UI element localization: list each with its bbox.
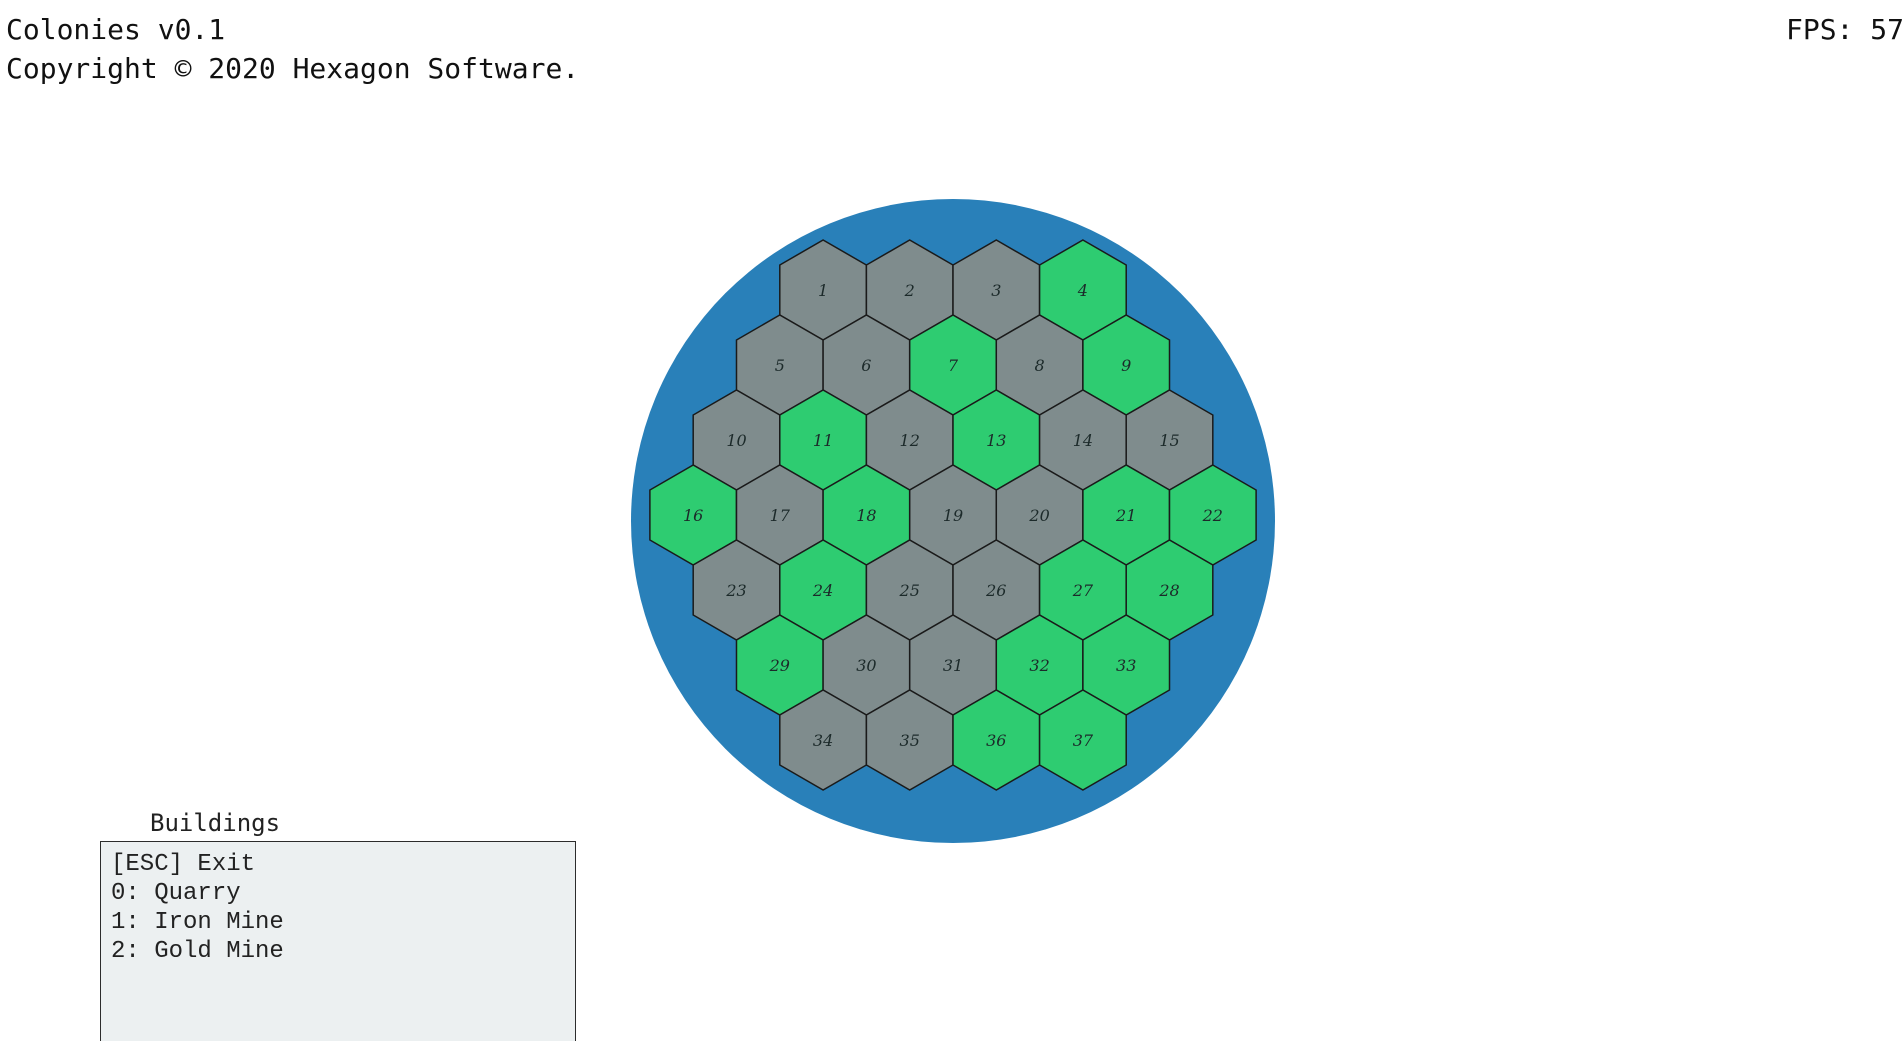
hex-number-label: 20 <box>1028 506 1049 525</box>
buildings-menu-title: Buildings <box>150 809 281 837</box>
menu-item-gold-mine[interactable]: 2: Gold Mine <box>111 937 565 966</box>
hex-number-label: 21 <box>1115 506 1136 525</box>
hex-number-label: 1 <box>818 281 828 300</box>
hex-number-label: 14 <box>1073 431 1093 450</box>
hex-number-label: 11 <box>813 431 833 450</box>
hex-number-label: 10 <box>726 431 746 450</box>
hex-number-label: 12 <box>900 431 920 450</box>
hex-number-label: 3 <box>991 281 1001 300</box>
hex-number-label: 31 <box>943 656 963 675</box>
hex-number-label: 37 <box>1073 731 1094 750</box>
hex-number-label: 27 <box>1072 581 1094 600</box>
hex-number-label: 9 <box>1121 356 1131 375</box>
hex-number-label: 22 <box>1202 506 1223 525</box>
hex-number-label: 13 <box>986 431 1006 450</box>
hex-number-label: 6 <box>861 356 871 375</box>
hex-number-label: 5 <box>775 356 785 375</box>
hex-number-label: 7 <box>948 356 959 375</box>
hex-number-label: 35 <box>900 731 920 750</box>
hex-number-label: 30 <box>856 656 876 675</box>
hex-number-label: 26 <box>985 581 1006 600</box>
menu-item-quarry[interactable]: 0: Quarry <box>111 879 565 908</box>
hex-number-label: 15 <box>1159 431 1179 450</box>
hex-number-label: 29 <box>769 656 790 675</box>
hex-number-label: 8 <box>1035 356 1045 375</box>
hex-number-label: 18 <box>856 506 876 525</box>
menu-item-iron-mine[interactable]: 1: Iron Mine <box>111 908 565 937</box>
menu-item-exit[interactable]: [ESC] Exit <box>111 850 565 879</box>
hex-number-label: 33 <box>1116 656 1136 675</box>
hex-number-label: 19 <box>943 506 963 525</box>
hex-number-label: 2 <box>904 281 915 300</box>
hex-number-label: 36 <box>986 731 1006 750</box>
hex-number-label: 32 <box>1029 656 1049 675</box>
hex-number-label: 25 <box>899 581 920 600</box>
hex-number-label: 24 <box>812 581 833 600</box>
hex-number-label: 4 <box>1077 281 1088 300</box>
buildings-menu: [ESC] Exit 0: Quarry 1: Iron Mine 2: Gol… <box>100 841 576 1041</box>
hex-number-label: 17 <box>770 506 791 525</box>
hex-number-label: 16 <box>683 506 703 525</box>
hex-number-label: 28 <box>1158 581 1179 600</box>
hex-number-label: 34 <box>813 731 833 750</box>
hex-number-label: 23 <box>725 581 746 600</box>
